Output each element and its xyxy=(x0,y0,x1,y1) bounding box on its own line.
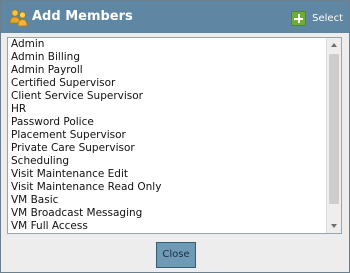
list-item[interactable]: Admin Payroll xyxy=(8,64,326,77)
list-item[interactable]: Admin Billing xyxy=(8,51,326,64)
list-item[interactable]: VM Broadcast Messaging xyxy=(8,207,326,220)
people-icon xyxy=(9,9,28,27)
dialog-titlebar: Add Members Select xyxy=(1,1,349,33)
list-item[interactable]: Visit Maintenance Edit xyxy=(8,168,326,181)
scroll-down-arrow-icon[interactable] xyxy=(327,219,341,233)
plus-icon xyxy=(291,10,307,26)
list-item[interactable]: VM Basic xyxy=(8,194,326,207)
list-scrollbar[interactable] xyxy=(326,38,341,233)
list-item[interactable]: Visit Maintenance Read Only xyxy=(8,181,326,194)
list-item[interactable]: Client Service Supervisor xyxy=(8,90,326,103)
select-label: Select xyxy=(312,12,343,24)
list-item[interactable]: Private Care Supervisor xyxy=(8,142,326,155)
list-item[interactable]: Admin xyxy=(8,38,326,51)
list-item[interactable]: VM Full Access xyxy=(8,220,326,233)
members-listbox[interactable]: Admin Admin Billing Admin Payroll Certified… xyxy=(7,37,342,234)
scroll-up-arrow-icon[interactable] xyxy=(327,38,341,52)
list-item[interactable]: HR xyxy=(8,103,326,116)
list-item[interactable]: Password Police xyxy=(8,116,326,129)
members-list-items: Admin Admin Billing Admin Payroll Certified… xyxy=(8,38,326,233)
list-item[interactable]: Certified Supervisor xyxy=(8,77,326,90)
dialog-title: Add Members xyxy=(32,9,133,24)
add-members-dialog: Add Members Select Admin Admin Billing Adm… xyxy=(0,0,350,273)
select-button[interactable]: Select xyxy=(291,10,343,26)
list-item[interactable]: Placement Supervisor xyxy=(8,129,326,142)
scroll-thumb[interactable] xyxy=(329,54,339,204)
list-item[interactable]: Scheduling xyxy=(8,155,326,168)
close-button[interactable]: Close xyxy=(156,242,196,268)
